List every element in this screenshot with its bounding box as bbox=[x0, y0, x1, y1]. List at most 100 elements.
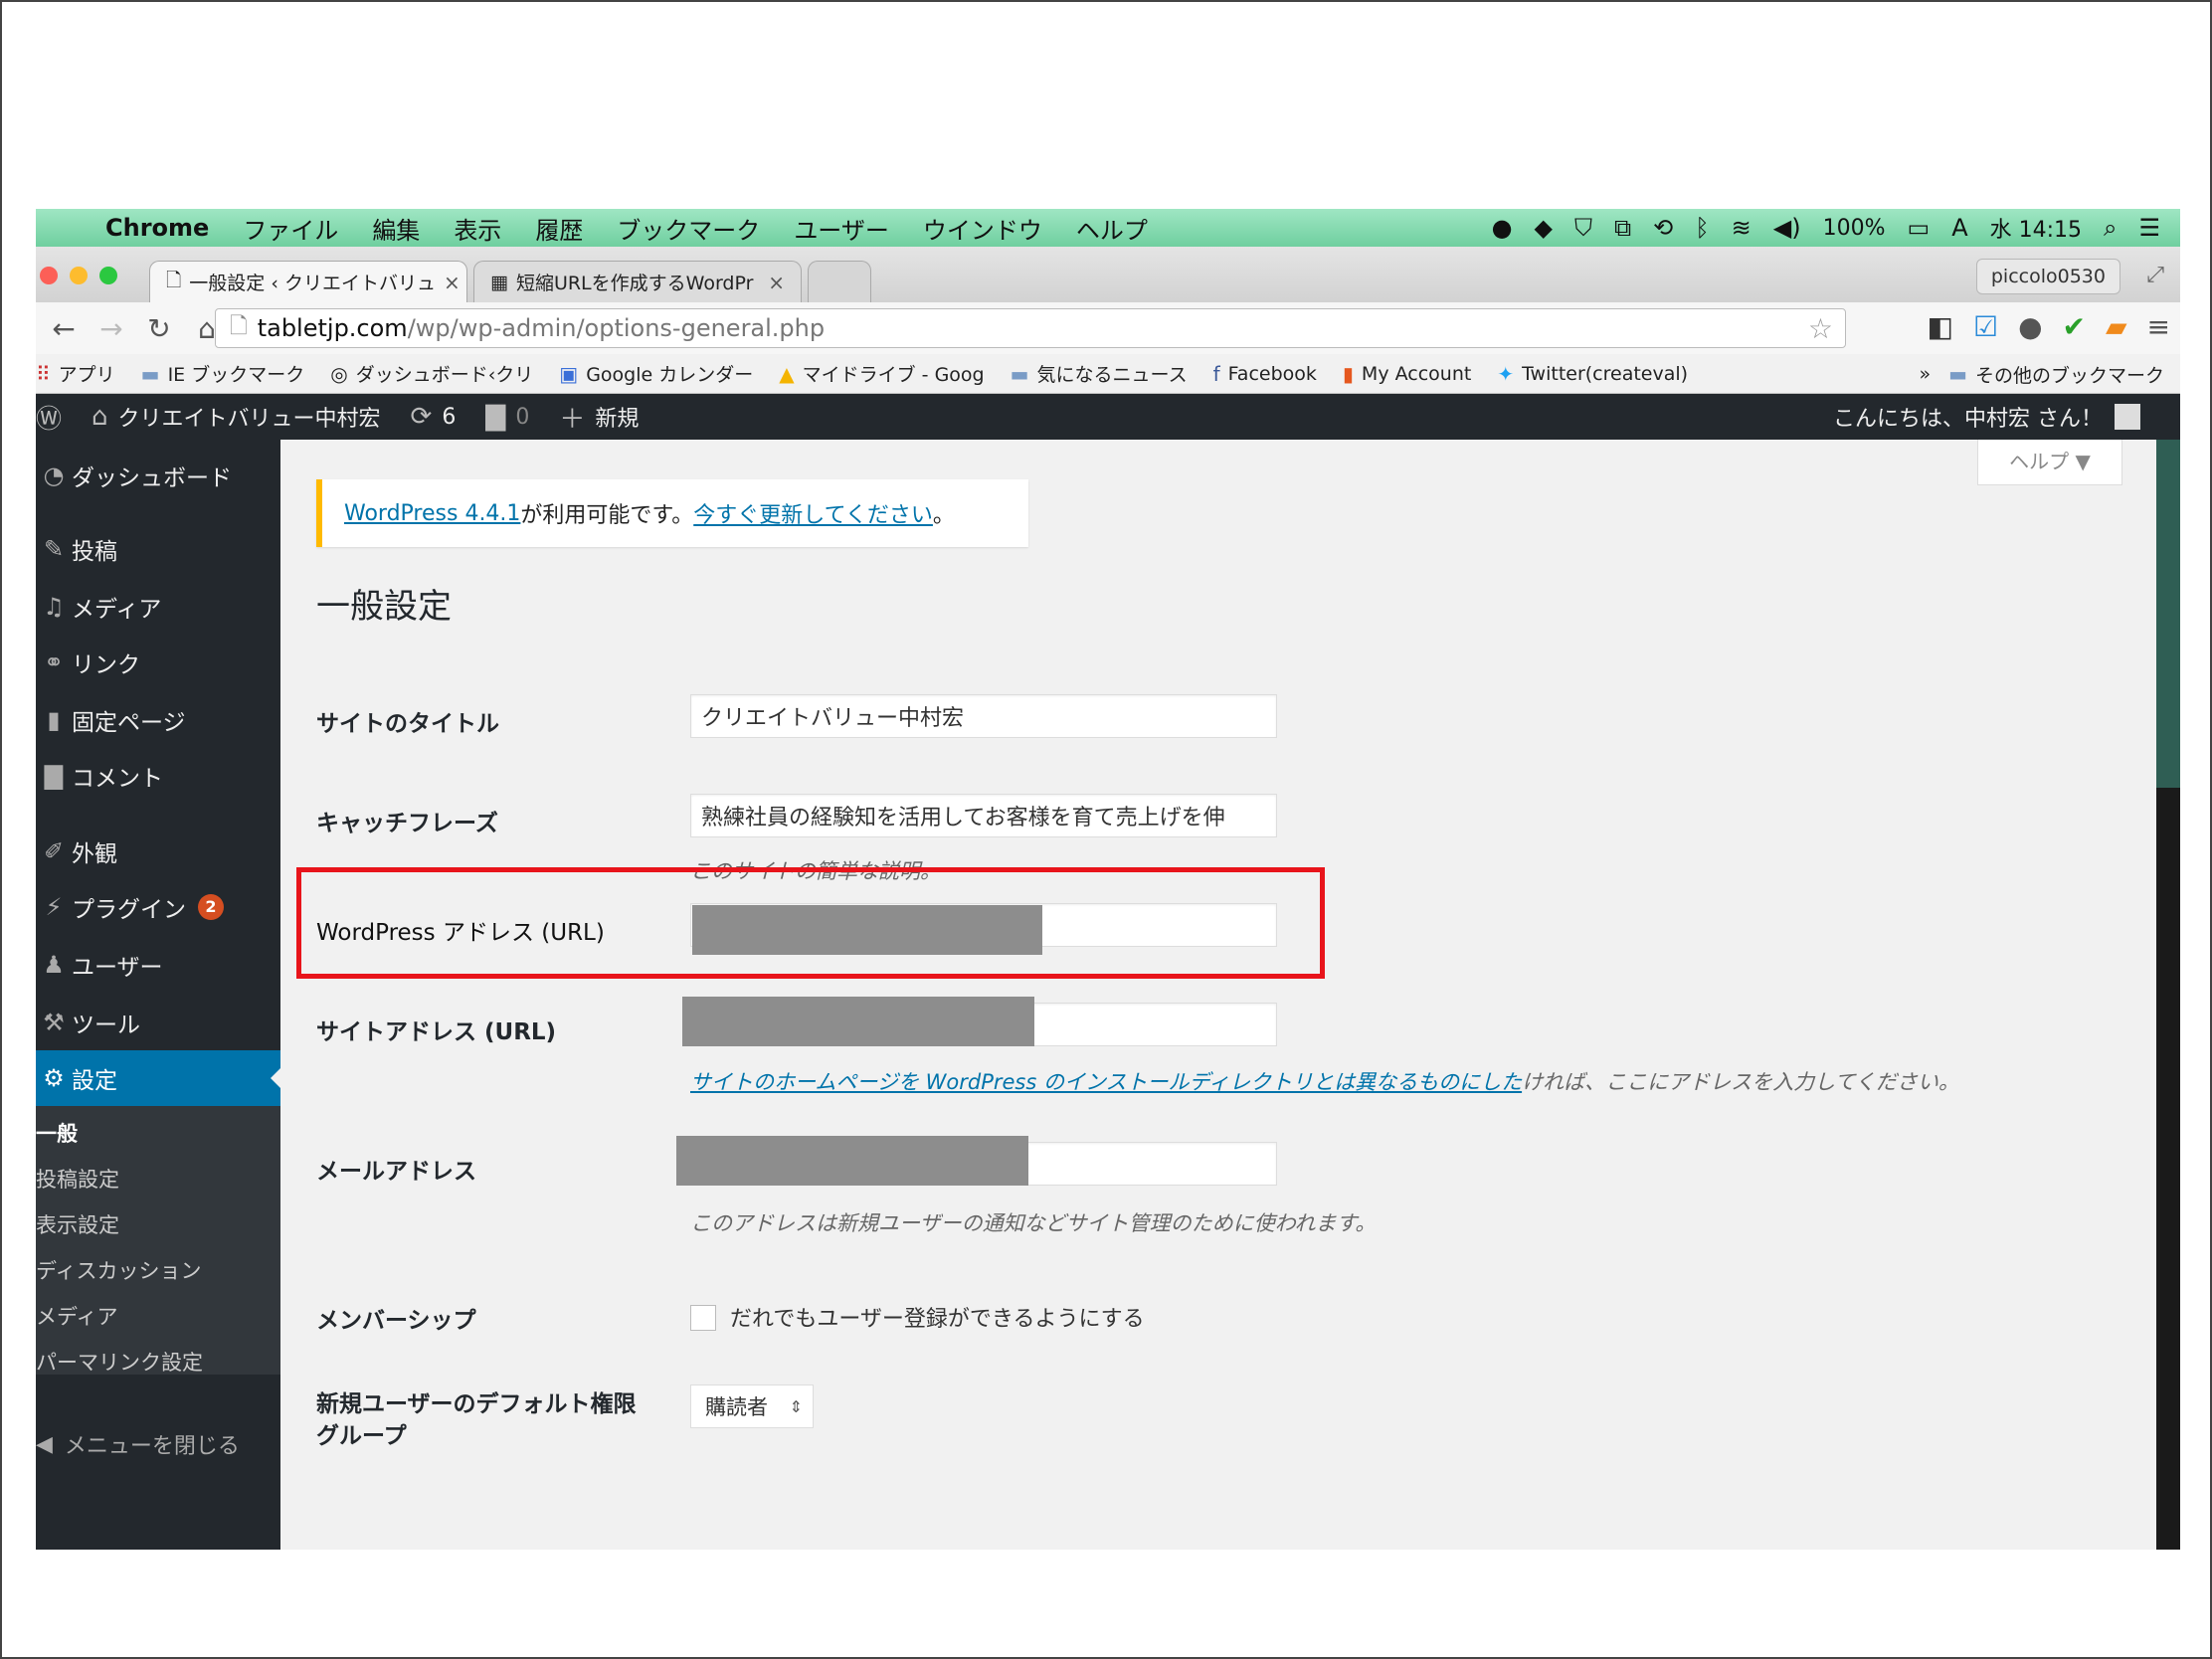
bluetooth-icon[interactable]: ᛒ bbox=[1695, 214, 1709, 242]
menu-bookmarks[interactable]: ブックマーク bbox=[617, 211, 760, 246]
window-icon[interactable]: ⧉ bbox=[1614, 214, 1631, 242]
sidebar-item-plugins[interactable]: ⚡ プラグイン 2 bbox=[36, 887, 280, 927]
tab-close-icon[interactable]: × bbox=[444, 271, 461, 294]
submenu-media[interactable]: メディア bbox=[36, 1301, 118, 1331]
favicon-icon: ▦ bbox=[490, 271, 508, 293]
adminbar-new[interactable]: ＋ 新規 bbox=[559, 399, 639, 436]
bookmark-facebook[interactable]: f Facebook bbox=[1213, 362, 1317, 386]
collapse-menu-button[interactable]: ◀ メニューを閉じる bbox=[36, 1428, 240, 1460]
user-icon: ♟ bbox=[43, 951, 65, 979]
profile-button[interactable]: piccolo0530 bbox=[1975, 259, 2120, 294]
membership-checkbox[interactable] bbox=[690, 1305, 716, 1331]
comment-icon: ▇ bbox=[44, 762, 64, 790]
menu-view[interactable]: 表示 bbox=[454, 211, 501, 246]
submenu-discussion[interactable]: ディスカッション bbox=[36, 1255, 202, 1285]
menu-history[interactable]: 履歴 bbox=[535, 211, 583, 246]
wifi-icon[interactable]: ≋ bbox=[1732, 214, 1751, 242]
wordpress-version-link[interactable]: WordPress 4.4.1 bbox=[344, 501, 520, 526]
tab-close-icon[interactable]: × bbox=[768, 271, 785, 294]
bookmark-label: Facebook bbox=[1227, 362, 1317, 385]
notification-list-icon[interactable]: ☰ bbox=[2138, 214, 2160, 242]
menu-help[interactable]: ヘルプ bbox=[1076, 211, 1148, 246]
sidebar-item-comments[interactable]: ▇ コメント bbox=[36, 756, 280, 796]
adminbar-site[interactable]: ⌂ クリエイトバリュー中村宏 bbox=[92, 401, 381, 433]
site-address-help-link[interactable]: サイトのホームページを WordPress のインストールディレクトリとは異なる… bbox=[690, 1070, 1522, 1094]
dropbox-icon[interactable]: ◆ bbox=[1535, 214, 1553, 242]
menu-file[interactable]: ファイル bbox=[243, 211, 338, 246]
submenu-general[interactable]: 一般 bbox=[36, 1118, 78, 1148]
bookmark-google-calendar[interactable]: ▣ Google カレンダー bbox=[559, 360, 753, 387]
bookmark-label: 気になるニュース bbox=[1036, 364, 1188, 386]
bookmark-star-icon[interactable]: ☆ bbox=[1808, 312, 1833, 345]
bookmark-label: ダッシュボード‹クリ bbox=[355, 364, 534, 386]
bookmark-my-account[interactable]: ▮ My Account bbox=[1343, 362, 1471, 386]
extension-check-icon[interactable]: ☑ bbox=[1973, 310, 1998, 343]
extension-checkmark-icon[interactable]: ✔ bbox=[2063, 310, 2086, 343]
bookmark-twitter[interactable]: ✦ Twitter(createval) bbox=[1497, 362, 1688, 386]
adminbar-account[interactable]: こんにちは、中村宏 さん！ bbox=[1833, 394, 2140, 440]
sidebar-item-dashboard[interactable]: ◔ ダッシュボード bbox=[36, 456, 280, 495]
updates-count: 6 bbox=[442, 404, 457, 430]
bookmark-label: その他のブックマーク bbox=[1974, 364, 2164, 387]
back-icon[interactable]: ← bbox=[44, 312, 84, 345]
wrench-icon: ⚒ bbox=[43, 1009, 65, 1036]
new-tab-button[interactable] bbox=[808, 261, 871, 302]
page-icon: 🗋 bbox=[166, 269, 182, 291]
chrome-menu-icon[interactable]: ≡ bbox=[2147, 310, 2170, 343]
sidebar-item-settings[interactable]: ⚙ 設定 bbox=[36, 1050, 282, 1106]
sidebar-item-media[interactable]: ♫ メディア bbox=[36, 587, 280, 627]
extension-evernote-icon[interactable]: ● bbox=[2018, 310, 2042, 343]
submenu-writing[interactable]: 投稿設定 bbox=[36, 1164, 119, 1194]
extension-tag-icon[interactable]: ◧ bbox=[1928, 310, 1953, 343]
close-window-icon[interactable] bbox=[40, 267, 58, 284]
help-tab-button[interactable]: ヘルプ ▼ bbox=[1977, 440, 2122, 485]
bookmark-my-drive[interactable]: ▲ マイドライブ - Goog bbox=[779, 360, 984, 387]
input-method-icon[interactable]: A bbox=[1951, 214, 1967, 242]
membership-checkbox-label[interactable]: だれでもユーザー登録ができるようにする bbox=[730, 1301, 1145, 1333]
wordpress-logo[interactable]: Ⓦ bbox=[36, 399, 62, 436]
forward-icon[interactable]: → bbox=[92, 312, 131, 345]
evernote-icon[interactable]: ● bbox=[1492, 214, 1513, 242]
extension-chart-icon[interactable]: ▰ bbox=[2106, 310, 2127, 343]
bookmark-ie[interactable]: ▬ IE ブックマーク bbox=[141, 360, 305, 387]
menu-user[interactable]: ユーザー bbox=[794, 211, 889, 246]
reload-icon[interactable]: ↻ bbox=[139, 312, 179, 345]
submenu-permalinks[interactable]: パーマリンク設定 bbox=[36, 1347, 203, 1377]
spotlight-search-icon[interactable]: ⌕ bbox=[2104, 214, 2117, 242]
bookmark-other[interactable]: ▬ その他のブックマーク bbox=[1948, 361, 2164, 388]
redacted-block bbox=[682, 997, 1034, 1046]
bookmark-news[interactable]: ▬ 気になるニュース bbox=[1011, 360, 1188, 387]
sidebar-item-pages[interactable]: ▮ 固定ページ bbox=[36, 700, 280, 740]
sidebar-item-posts[interactable]: ✎ 投稿 bbox=[36, 529, 280, 569]
volume-icon[interactable]: ◀) bbox=[1773, 214, 1801, 242]
tab-general-settings[interactable]: 🗋 一般設定 ‹ クリエイトバリュ × bbox=[149, 261, 467, 302]
menubar-clock[interactable]: 水 14:15 bbox=[1990, 212, 2082, 244]
menu-window[interactable]: ウインドウ bbox=[923, 211, 1042, 246]
bookmarks-more-button[interactable]: » bbox=[1919, 363, 1931, 385]
menubar-status: ● ◆ ⛉ ⧉ ⟲ ᛒ ≋ ◀) 100% ▭ A 水 14:15 ⌕ ☰ bbox=[1492, 209, 2160, 247]
time-machine-icon[interactable]: ⟲ bbox=[1653, 214, 1673, 242]
update-now-link[interactable]: 今すぐ更新してください bbox=[693, 497, 933, 529]
submenu-reading[interactable]: 表示設定 bbox=[36, 1209, 119, 1239]
site-address-help-text: ければ、ここにアドレスを入力してください。 bbox=[1522, 1070, 1959, 1094]
fullscreen-icon[interactable]: ⤢ bbox=[2146, 263, 2164, 287]
shield-icon[interactable]: ⛉ bbox=[1574, 214, 1592, 242]
menu-edit[interactable]: 編集 bbox=[372, 211, 420, 246]
adminbar-comments[interactable]: ▇ 0 bbox=[485, 402, 529, 432]
bookmark-dashboard[interactable]: ◎ ダッシュボード‹クリ bbox=[330, 360, 533, 387]
site-title-input[interactable]: クリエイトバリュー中村宏 bbox=[690, 694, 1277, 738]
default-role-select[interactable]: 購読者 ⇕ bbox=[690, 1384, 814, 1428]
sidebar-item-users[interactable]: ♟ ユーザー bbox=[36, 945, 280, 985]
battery-icon[interactable]: ▭ bbox=[1908, 214, 1931, 242]
address-bar[interactable]: 🗋 tabletjp.com /wp/wp-admin/options-gene… bbox=[215, 308, 1846, 348]
sidebar-item-links[interactable]: ⚭ リンク bbox=[36, 643, 280, 682]
menu-app-name[interactable]: Chrome bbox=[105, 214, 209, 242]
adminbar-updates[interactable]: ⟳ 6 bbox=[411, 402, 457, 432]
sidebar-item-tools[interactable]: ⚒ ツール bbox=[36, 1003, 280, 1042]
sidebar-item-appearance[interactable]: ✐ 外観 bbox=[36, 831, 280, 871]
bookmark-apps[interactable]: ⠿ アプリ bbox=[36, 360, 115, 387]
tab-short-url[interactable]: ▦ 短縮URLを作成するWordPr × bbox=[473, 261, 802, 302]
minimize-window-icon[interactable] bbox=[70, 267, 88, 284]
tagline-input[interactable]: 熟練社員の経験知を活用してお客様を育て売上げを伸 bbox=[690, 794, 1277, 837]
zoom-window-icon[interactable] bbox=[99, 267, 117, 284]
